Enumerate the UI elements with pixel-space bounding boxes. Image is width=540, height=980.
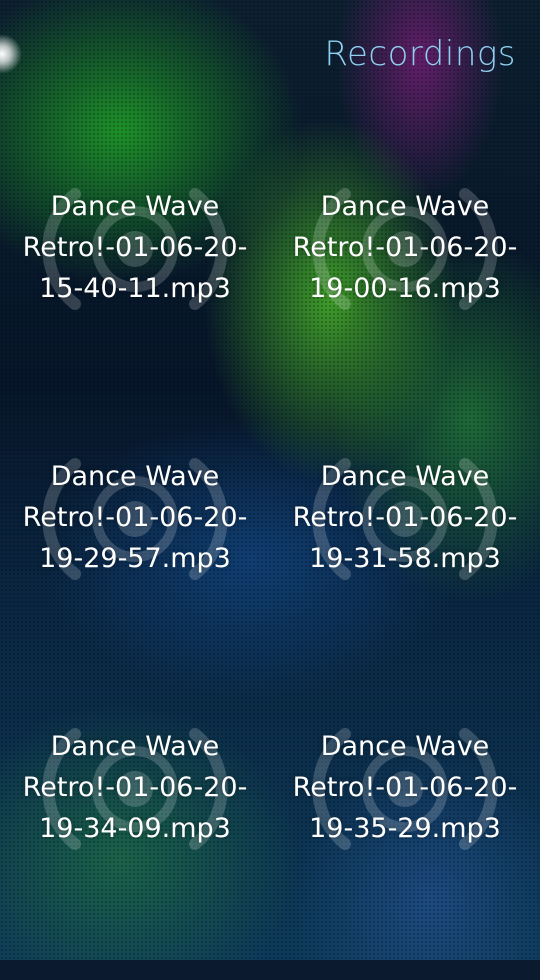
recording-filename: Dance Wave Retro!-01-06-20- 19-34-09.mp3	[15, 726, 255, 849]
recording-filename: Dance Wave Retro!-01-06-20- 19-29-57.mp3	[15, 456, 255, 579]
filename-line: Retro!-01-06-20-	[292, 232, 518, 263]
filename-line: 19-34-09.mp3	[39, 813, 231, 844]
filename-line: 19-29-57.mp3	[39, 543, 231, 574]
page-title: Recordings	[324, 34, 516, 74]
filename-line: Retro!-01-06-20-	[22, 232, 248, 263]
filename-line: Dance Wave	[320, 461, 490, 492]
recording-item[interactable]: Dance Wave Retro!-01-06-20- 15-40-11.mp3	[0, 170, 270, 440]
recording-item[interactable]: Dance Wave Retro!-01-06-20- 19-34-09.mp3	[0, 710, 270, 980]
filename-line: 19-35-29.mp3	[309, 813, 501, 844]
recording-item[interactable]: Dance Wave Retro!-01-06-20- 19-29-57.mp3	[0, 440, 270, 710]
recording-item[interactable]: Dance Wave Retro!-01-06-20- 19-35-29.mp3	[270, 710, 540, 980]
filename-line: Dance Wave	[320, 191, 490, 222]
filename-line: Dance Wave	[50, 731, 220, 762]
filename-line: 19-31-58.mp3	[309, 543, 501, 574]
filename-line: Dance Wave	[320, 731, 490, 762]
recording-filename: Dance Wave Retro!-01-06-20- 19-00-16.mp3	[285, 186, 525, 309]
filename-line: Retro!-01-06-20-	[22, 502, 248, 533]
recordings-grid: Dance Wave Retro!-01-06-20- 15-40-11.mp3…	[0, 170, 540, 980]
recording-filename: Dance Wave Retro!-01-06-20- 15-40-11.mp3	[15, 186, 255, 309]
filename-line: 15-40-11.mp3	[39, 273, 231, 304]
filename-line: Dance Wave	[50, 461, 220, 492]
filename-line: Retro!-01-06-20-	[292, 502, 518, 533]
recording-filename: Dance Wave Retro!-01-06-20- 19-31-58.mp3	[285, 456, 525, 579]
recording-filename: Dance Wave Retro!-01-06-20- 19-35-29.mp3	[285, 726, 525, 849]
filename-line: Retro!-01-06-20-	[22, 772, 248, 803]
recording-item[interactable]: Dance Wave Retro!-01-06-20- 19-31-58.mp3	[270, 440, 540, 710]
filename-line: Retro!-01-06-20-	[292, 772, 518, 803]
filename-line: 19-00-16.mp3	[309, 273, 501, 304]
filename-line: Dance Wave	[50, 191, 220, 222]
recording-item[interactable]: Dance Wave Retro!-01-06-20- 19-00-16.mp3	[270, 170, 540, 440]
